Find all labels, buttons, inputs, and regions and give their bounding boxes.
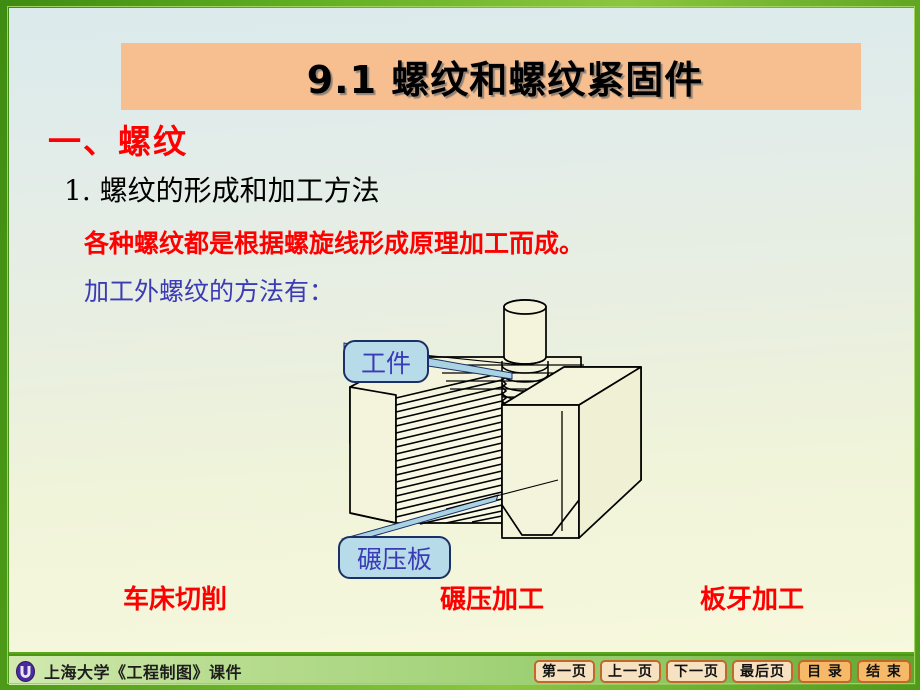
nav-exit-button[interactable]: 结 束 (857, 659, 911, 683)
callout-rolling-plate: 碾压板 (338, 536, 451, 579)
nav-last-page-button[interactable]: 最后页 (732, 659, 793, 683)
callout-workpiece: 工件 (343, 340, 429, 383)
blue-note-text: 加工外螺纹的方法有： (84, 277, 335, 306)
presentation-slide: 9.1 螺纹和螺纹紧固件 一、螺纹 1. 螺纹的形成和加工方法 各种螺纹都是根据… (0, 0, 920, 690)
footer-nav-group: 第一页 上一页 下一页 最后页 目 录 结 束 (534, 659, 911, 683)
slide-canvas: 9.1 螺纹和螺纹紧固件 一、螺纹 1. 螺纹的形成和加工方法 各种螺纹都是根据… (8, 7, 915, 652)
slide-footer: 上海大学《工程制图》课件 第一页 上一页 下一页 最后页 目 录 结 束 (8, 654, 915, 686)
red-note-text: 各种螺纹都是根据螺旋线形成原理加工而成。 (84, 229, 585, 258)
nav-next-page-button[interactable]: 下一页 (666, 659, 727, 683)
nav-contents-button[interactable]: 目 录 (798, 659, 852, 683)
nav-prev-page-button[interactable]: 上一页 (600, 659, 661, 683)
university-emblem-icon (16, 660, 35, 682)
footer-brand-text: 上海大学《工程制图》课件 (44, 663, 243, 682)
caption-thread-rolling: 碾压加工 (440, 585, 545, 615)
section-heading: 一、螺纹 (48, 122, 188, 161)
caption-die-threading: 板牙加工 (700, 585, 805, 615)
slide-title-banner: 9.1 螺纹和螺纹紧固件 (121, 43, 861, 110)
callout-workpiece-label: 工件 (360, 348, 411, 378)
callout-rolling-plate-label: 碾压板 (356, 544, 432, 574)
nav-first-page-button[interactable]: 第一页 (534, 659, 595, 683)
caption-lathe-cutting: 车床切削 (123, 585, 228, 615)
page-title: 9.1 螺纹和螺纹紧固件 (306, 58, 704, 102)
subsection-heading: 1. 螺纹的形成和加工方法 (64, 174, 380, 207)
